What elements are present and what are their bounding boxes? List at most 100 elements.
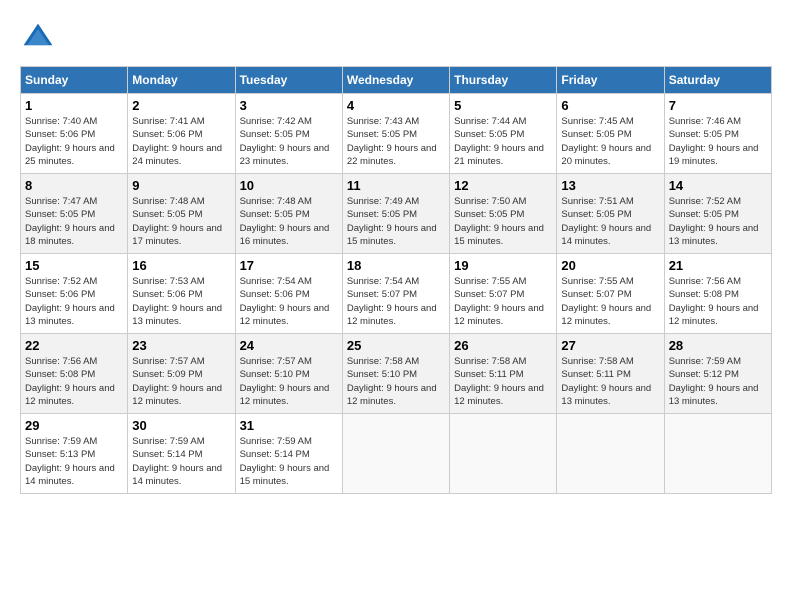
calendar-day: 30 Sunrise: 7:59 AMSunset: 5:14 PMDayligh… xyxy=(128,414,235,494)
empty-cell xyxy=(664,414,771,494)
day-number: 2 xyxy=(132,98,230,113)
day-number: 3 xyxy=(240,98,338,113)
day-info: Sunrise: 7:49 AMSunset: 5:05 PMDaylight:… xyxy=(347,195,445,248)
day-info: Sunrise: 7:42 AMSunset: 5:05 PMDaylight:… xyxy=(240,115,338,168)
day-info: Sunrise: 7:55 AMSunset: 5:07 PMDaylight:… xyxy=(454,275,552,328)
day-info: Sunrise: 7:56 AMSunset: 5:08 PMDaylight:… xyxy=(25,355,123,408)
day-number: 6 xyxy=(561,98,659,113)
day-number: 10 xyxy=(240,178,338,193)
day-info: Sunrise: 7:57 AMSunset: 5:09 PMDaylight:… xyxy=(132,355,230,408)
day-info: Sunrise: 7:41 AMSunset: 5:06 PMDaylight:… xyxy=(132,115,230,168)
day-number: 22 xyxy=(25,338,123,353)
logo-icon xyxy=(20,20,56,56)
day-number: 5 xyxy=(454,98,552,113)
day-info: Sunrise: 7:53 AMSunset: 5:06 PMDaylight:… xyxy=(132,275,230,328)
day-number: 28 xyxy=(669,338,767,353)
day-info: Sunrise: 7:52 AMSunset: 5:06 PMDaylight:… xyxy=(25,275,123,328)
day-number: 30 xyxy=(132,418,230,433)
day-number: 1 xyxy=(25,98,123,113)
day-number: 27 xyxy=(561,338,659,353)
calendar-day: 9 Sunrise: 7:48 AMSunset: 5:05 PMDaylight… xyxy=(128,174,235,254)
calendar-day: 17 Sunrise: 7:54 AMSunset: 5:06 PMDayligh… xyxy=(235,254,342,334)
calendar-day: 12 Sunrise: 7:50 AMSunset: 5:05 PMDayligh… xyxy=(450,174,557,254)
day-number: 7 xyxy=(669,98,767,113)
calendar-day: 16Sunrise: 7:53 AMSunset: 5:06 PMDayligh… xyxy=(128,254,235,334)
calendar-day: 11 Sunrise: 7:49 AMSunset: 5:05 PMDayligh… xyxy=(342,174,449,254)
calendar-day: 29 Sunrise: 7:59 AMSunset: 5:13 PMDayligh… xyxy=(21,414,128,494)
day-info: Sunrise: 7:58 AMSunset: 5:11 PMDaylight:… xyxy=(454,355,552,408)
calendar-day: 18 Sunrise: 7:54 AMSunset: 5:07 PMDayligh… xyxy=(342,254,449,334)
calendar-day: 14 Sunrise: 7:52 AMSunset: 5:05 PMDayligh… xyxy=(664,174,771,254)
calendar-table: SundayMondayTuesdayWednesdayThursdayFrid… xyxy=(20,66,772,494)
day-number: 11 xyxy=(347,178,445,193)
day-info: Sunrise: 7:50 AMSunset: 5:05 PMDaylight:… xyxy=(454,195,552,248)
day-info: Sunrise: 7:59 AMSunset: 5:12 PMDaylight:… xyxy=(669,355,767,408)
day-info: Sunrise: 7:56 AMSunset: 5:08 PMDaylight:… xyxy=(669,275,767,328)
empty-cell xyxy=(342,414,449,494)
day-info: Sunrise: 7:59 AMSunset: 5:14 PMDaylight:… xyxy=(132,435,230,488)
day-info: Sunrise: 7:51 AMSunset: 5:05 PMDaylight:… xyxy=(561,195,659,248)
day-info: Sunrise: 7:44 AMSunset: 5:05 PMDaylight:… xyxy=(454,115,552,168)
page-header xyxy=(20,20,772,56)
day-number: 20 xyxy=(561,258,659,273)
day-number: 18 xyxy=(347,258,445,273)
day-info: Sunrise: 7:48 AMSunset: 5:05 PMDaylight:… xyxy=(132,195,230,248)
calendar-day: 7 Sunrise: 7:46 AMSunset: 5:05 PMDaylight… xyxy=(664,94,771,174)
day-info: Sunrise: 7:43 AMSunset: 5:05 PMDaylight:… xyxy=(347,115,445,168)
calendar-day: 22 Sunrise: 7:56 AMSunset: 5:08 PMDayligh… xyxy=(21,334,128,414)
day-number: 17 xyxy=(240,258,338,273)
calendar-day: 21 Sunrise: 7:56 AMSunset: 5:08 PMDayligh… xyxy=(664,254,771,334)
day-info: Sunrise: 7:40 AMSunset: 5:06 PMDaylight:… xyxy=(25,115,123,168)
weekday-header: Thursday xyxy=(450,67,557,94)
calendar-day: 28 Sunrise: 7:59 AMSunset: 5:12 PMDayligh… xyxy=(664,334,771,414)
day-info: Sunrise: 7:57 AMSunset: 5:10 PMDaylight:… xyxy=(240,355,338,408)
day-info: Sunrise: 7:52 AMSunset: 5:05 PMDaylight:… xyxy=(669,195,767,248)
calendar-day: 5 Sunrise: 7:44 AMSunset: 5:05 PMDaylight… xyxy=(450,94,557,174)
day-info: Sunrise: 7:54 AMSunset: 5:07 PMDaylight:… xyxy=(347,275,445,328)
day-info: Sunrise: 7:58 AMSunset: 5:11 PMDaylight:… xyxy=(561,355,659,408)
calendar-day: 3 Sunrise: 7:42 AMSunset: 5:05 PMDaylight… xyxy=(235,94,342,174)
calendar-day: 20 Sunrise: 7:55 AMSunset: 5:07 PMDayligh… xyxy=(557,254,664,334)
empty-cell xyxy=(450,414,557,494)
day-info: Sunrise: 7:47 AMSunset: 5:05 PMDaylight:… xyxy=(25,195,123,248)
calendar-day: 13 Sunrise: 7:51 AMSunset: 5:05 PMDayligh… xyxy=(557,174,664,254)
day-info: Sunrise: 7:55 AMSunset: 5:07 PMDaylight:… xyxy=(561,275,659,328)
day-number: 13 xyxy=(561,178,659,193)
empty-cell xyxy=(557,414,664,494)
calendar-day: 24Sunrise: 7:57 AMSunset: 5:10 PMDayligh… xyxy=(235,334,342,414)
weekday-header: Sunday xyxy=(21,67,128,94)
weekday-header: Saturday xyxy=(664,67,771,94)
day-number: 9 xyxy=(132,178,230,193)
day-info: Sunrise: 7:46 AMSunset: 5:05 PMDaylight:… xyxy=(669,115,767,168)
day-info: Sunrise: 7:58 AMSunset: 5:10 PMDaylight:… xyxy=(347,355,445,408)
day-number: 14 xyxy=(669,178,767,193)
day-number: 8 xyxy=(25,178,123,193)
calendar-day: 19Sunrise: 7:55 AMSunset: 5:07 PMDayligh… xyxy=(450,254,557,334)
day-info: Sunrise: 7:45 AMSunset: 5:05 PMDaylight:… xyxy=(561,115,659,168)
day-number: 4 xyxy=(347,98,445,113)
logo xyxy=(20,20,62,56)
day-number: 12 xyxy=(454,178,552,193)
weekday-header: Tuesday xyxy=(235,67,342,94)
calendar-day: 10 Sunrise: 7:48 AMSunset: 5:05 PMDayligh… xyxy=(235,174,342,254)
day-number: 15 xyxy=(25,258,123,273)
calendar-day: 31Sunrise: 7:59 AMSunset: 5:14 PMDayligh… xyxy=(235,414,342,494)
calendar-day: 15 Sunrise: 7:52 AMSunset: 5:06 PMDayligh… xyxy=(21,254,128,334)
day-number: 25 xyxy=(347,338,445,353)
day-number: 26 xyxy=(454,338,552,353)
calendar-day: 23 Sunrise: 7:57 AMSunset: 5:09 PMDayligh… xyxy=(128,334,235,414)
day-number: 23 xyxy=(132,338,230,353)
day-info: Sunrise: 7:54 AMSunset: 5:06 PMDaylight:… xyxy=(240,275,338,328)
calendar-day: 6 Sunrise: 7:45 AMSunset: 5:05 PMDaylight… xyxy=(557,94,664,174)
calendar-day: 2 Sunrise: 7:41 AMSunset: 5:06 PMDaylight… xyxy=(128,94,235,174)
day-info: Sunrise: 7:48 AMSunset: 5:05 PMDaylight:… xyxy=(240,195,338,248)
day-info: Sunrise: 7:59 AMSunset: 5:13 PMDaylight:… xyxy=(25,435,123,488)
weekday-header: Wednesday xyxy=(342,67,449,94)
day-number: 21 xyxy=(669,258,767,273)
day-info: Sunrise: 7:59 AMSunset: 5:14 PMDaylight:… xyxy=(240,435,338,488)
calendar-day: 8 Sunrise: 7:47 AMSunset: 5:05 PMDaylight… xyxy=(21,174,128,254)
weekday-header: Friday xyxy=(557,67,664,94)
weekday-header: Monday xyxy=(128,67,235,94)
calendar-day: 4 Sunrise: 7:43 AMSunset: 5:05 PMDaylight… xyxy=(342,94,449,174)
day-number: 29 xyxy=(25,418,123,433)
